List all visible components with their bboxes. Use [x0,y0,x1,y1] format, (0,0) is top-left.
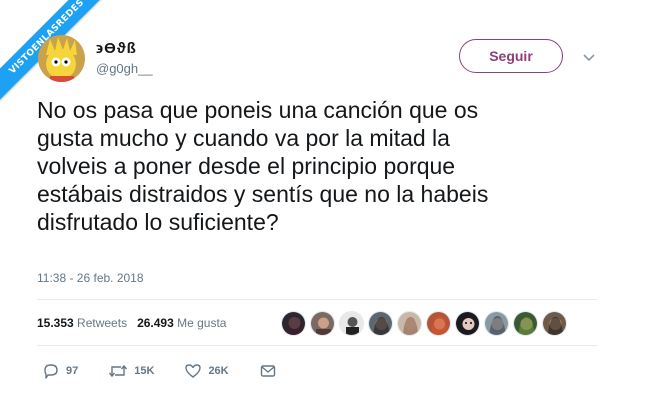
retweet-count: 15K [134,365,155,377]
liker-avatar[interactable] [542,311,567,336]
engagement-stats: 15.353 Retweets 26.493 Me gusta [37,316,226,330]
user-display-name[interactable]: ϶ϴϑß [96,40,137,57]
likes-stat[interactable]: 26.493 Me gusta [137,316,226,330]
retweet-button[interactable]: 15K [108,362,154,380]
heart-icon [185,364,202,378]
tweet-text-line: volveis a poner desde el principio porqu… [37,153,456,179]
liker-avatar[interactable] [310,311,335,336]
tweet-text-line: disfrutado lo suficiente? [37,209,279,235]
direct-message-button[interactable] [259,362,277,380]
liker-avatar[interactable] [281,311,306,336]
like-count: 26K [208,365,229,377]
avatar[interactable] [38,35,85,82]
retweets-stat[interactable]: 15.353 Retweets [37,316,127,330]
likes-count: 26.493 [137,316,174,330]
tweet-actions: 97 15K 26K [42,362,307,380]
tweet-text-line: gusta mucho y cuando va por la mitad la [37,125,450,151]
liker-avatar[interactable] [455,311,480,336]
tweet-text: No os pasa que poneis una canción que os… [37,96,597,236]
reply-icon [44,364,58,379]
liker-avatar[interactable] [397,311,422,336]
reply-count: 97 [66,365,79,377]
user-handle[interactable]: @g0gh__ [96,61,153,76]
tweet-text-line: No os pasa que poneis una canción que os [37,97,479,123]
liker-avatars [281,311,567,336]
avatar-image [38,35,85,82]
retweets-count: 15.353 [37,316,74,330]
liker-avatar[interactable] [339,311,364,336]
chevron-down-icon[interactable] [580,48,598,66]
envelope-icon [260,365,275,377]
like-button[interactable]: 26K [184,362,229,380]
reply-button[interactable]: 97 [42,362,78,380]
likes-label: Me gusta [177,316,227,330]
liker-avatar[interactable] [484,311,509,336]
liker-avatar[interactable] [368,311,393,336]
divider [37,299,597,300]
liker-avatar[interactable] [513,311,538,336]
tweet-text-line: estábais distraidos y sentís que no la h… [37,181,489,207]
follow-button[interactable]: Seguir [459,39,563,73]
retweets-label: Retweets [77,316,128,330]
liker-avatar[interactable] [426,311,451,336]
retweet-icon [109,364,128,378]
divider [37,345,597,346]
tweet-timestamp[interactable]: 11:38 - 26 feb. 2018 [37,271,144,285]
